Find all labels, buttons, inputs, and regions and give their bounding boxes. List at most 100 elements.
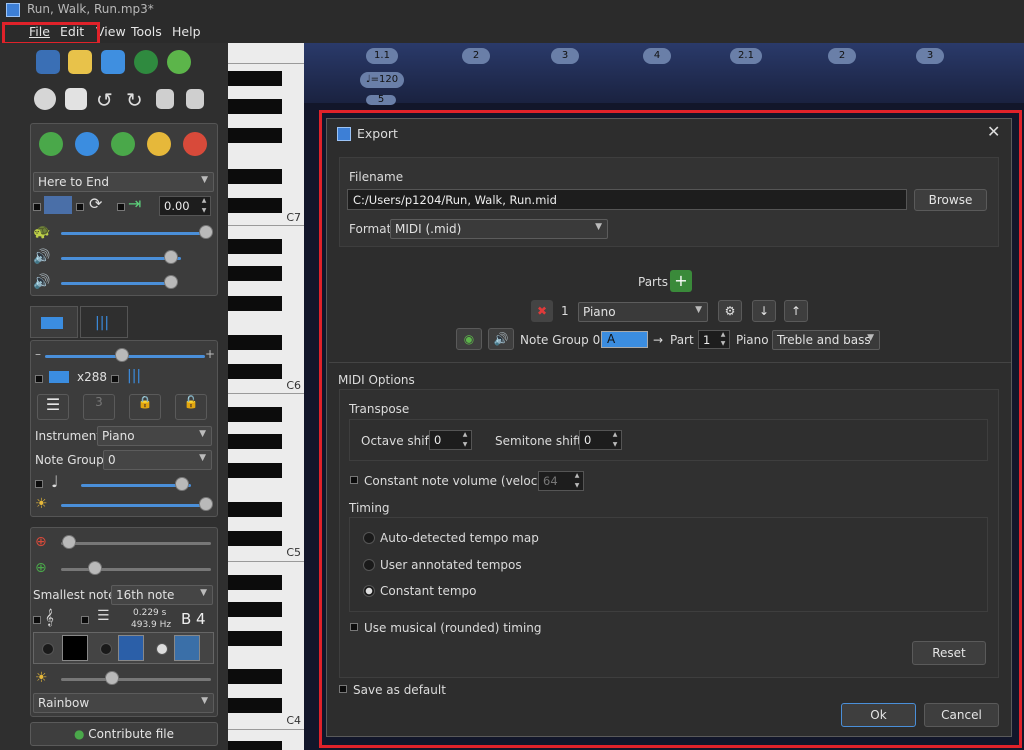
display-group: ⊕ ⊕ Smallest note 16th note ▼ 𝄞 ☰ 0.229 s…: [30, 527, 218, 717]
smallest-note-select[interactable]: 16th note ▼: [111, 585, 213, 605]
tab-bars[interactable]: |||: [80, 306, 128, 338]
menu-view[interactable]: View: [96, 24, 126, 39]
lines-checkbox[interactable]: [81, 616, 89, 624]
tempo-slider-knob[interactable]: [199, 225, 213, 239]
stop-icon[interactable]: [183, 132, 207, 156]
bar-marker[interactable]: 3: [551, 48, 579, 64]
cursor-time: 0.229 s: [133, 608, 167, 618]
h-zoom-slider[interactable]: [61, 542, 211, 545]
show-bars-checkbox[interactable]: [111, 375, 119, 383]
paste-icon[interactable]: [186, 89, 204, 109]
note-size-slider-knob[interactable]: [115, 348, 129, 362]
v-zoom-slider[interactable]: [61, 568, 211, 571]
play-from-note-icon[interactable]: [111, 132, 135, 156]
spin-up-icon[interactable]: ▲: [199, 197, 209, 205]
black-key[interactable]: [228, 669, 282, 684]
align-button[interactable]: ☰: [37, 394, 69, 420]
pause-icon[interactable]: [147, 132, 171, 156]
black-key[interactable]: [228, 335, 282, 350]
jump-checkbox[interactable]: [117, 203, 125, 211]
play-icon[interactable]: [39, 132, 63, 156]
black-key[interactable]: [228, 698, 282, 713]
black-key[interactable]: [228, 169, 282, 184]
black-key[interactable]: [228, 434, 282, 449]
tempo-slider[interactable]: [61, 232, 211, 235]
note-length-slider-knob[interactable]: [175, 477, 189, 491]
repeat-checkbox[interactable]: [76, 203, 84, 211]
bar-marker[interactable]: 1.1: [366, 48, 398, 64]
black-key[interactable]: [228, 296, 282, 311]
black-key[interactable]: [228, 407, 282, 422]
bg-black-radio[interactable]: [42, 643, 54, 655]
redo-icon[interactable]: ↻: [126, 88, 143, 112]
loop-checkbox[interactable]: [33, 203, 41, 211]
black-key[interactable]: [228, 364, 282, 379]
bar-marker[interactable]: 3: [916, 48, 944, 64]
menu-help[interactable]: Help: [172, 24, 201, 39]
bg-spectrum-radio[interactable]: [100, 643, 112, 655]
open-folder-icon[interactable]: [36, 50, 60, 74]
playback-range-value: Here to End: [38, 175, 109, 189]
contribute-button[interactable]: ● Contribute file: [30, 722, 218, 746]
staff-checkbox[interactable]: [33, 616, 41, 624]
play-notes-icon[interactable]: [75, 132, 99, 156]
online-settings-icon[interactable]: [134, 50, 158, 74]
show-labels-checkbox[interactable]: [35, 375, 43, 383]
black-key[interactable]: [228, 631, 282, 646]
playback-range-select[interactable]: Here to End ▼: [33, 172, 214, 192]
speed-offset-spin[interactable]: 0.00 ▲ ▼: [159, 196, 211, 216]
instrument-label: Instrument: [35, 429, 102, 443]
copy-icon[interactable]: [156, 89, 174, 109]
black-key[interactable]: [228, 602, 282, 617]
tab-note-labels[interactable]: [30, 306, 78, 338]
volume-slider-knob[interactable]: [164, 250, 178, 264]
black-key[interactable]: [228, 128, 282, 143]
black-key[interactable]: [228, 99, 282, 114]
background-options: [33, 632, 214, 664]
tempo-marker[interactable]: ♩=120: [360, 72, 404, 88]
spin-down-icon[interactable]: ▼: [199, 207, 209, 215]
tuning-icon[interactable]: [167, 50, 191, 74]
black-key[interactable]: [228, 239, 282, 254]
black-key[interactable]: [228, 575, 282, 590]
settings-gear-icon[interactable]: [34, 88, 56, 110]
black-key[interactable]: [228, 71, 282, 86]
black-key[interactable]: [228, 463, 282, 478]
black-key[interactable]: [228, 198, 282, 213]
undo-icon[interactable]: ↺: [96, 88, 113, 112]
triplet-button[interactable]: 3: [83, 394, 115, 420]
piano-keyboard[interactable]: C7 C6 C5 C4: [228, 43, 304, 750]
brightness-slider-knob[interactable]: [199, 497, 213, 511]
note-length-checkbox[interactable]: [35, 480, 43, 488]
v-zoom-slider-knob[interactable]: [88, 561, 102, 575]
bar-marker[interactable]: 2: [828, 48, 856, 64]
bg-brightness-slider-knob[interactable]: [105, 671, 119, 685]
list-icon: ☰: [45, 395, 61, 414]
notes-volume-slider-knob[interactable]: [164, 275, 178, 289]
unlock-button[interactable]: 🔓: [175, 394, 207, 420]
zoom-horizontal-icon: ⊕: [35, 534, 47, 550]
h-zoom-slider-knob[interactable]: [62, 535, 76, 549]
instrument-select[interactable]: Piano ▼: [97, 426, 212, 446]
menu-tools[interactable]: Tools: [131, 24, 162, 39]
bg-brightness-slider[interactable]: [61, 678, 211, 681]
black-key[interactable]: [228, 531, 282, 546]
black-key[interactable]: [228, 266, 282, 281]
brightness-slider[interactable]: [61, 504, 211, 507]
bar-marker[interactable]: 4: [643, 48, 671, 64]
black-key[interactable]: [228, 502, 282, 517]
export-icon[interactable]: [101, 50, 125, 74]
notes-volume-icon: 🔊: [33, 274, 51, 290]
black-key[interactable]: [228, 741, 282, 750]
notes-volume-slider[interactable]: [61, 282, 176, 285]
volume-slider[interactable]: [61, 257, 181, 260]
print-icon[interactable]: [65, 88, 87, 110]
save-icon[interactable]: [68, 50, 92, 74]
color-scheme-select[interactable]: Rainbow ▼: [33, 693, 214, 713]
bar-marker[interactable]: 2: [462, 48, 490, 64]
bg-brightness-icon: ☀: [35, 670, 48, 686]
note-group-select[interactable]: 0 ▼: [103, 450, 212, 470]
bg-waveform-radio[interactable]: [156, 643, 168, 655]
bar-marker[interactable]: 2.1: [730, 48, 762, 64]
lock-button[interactable]: 🔒: [129, 394, 161, 420]
